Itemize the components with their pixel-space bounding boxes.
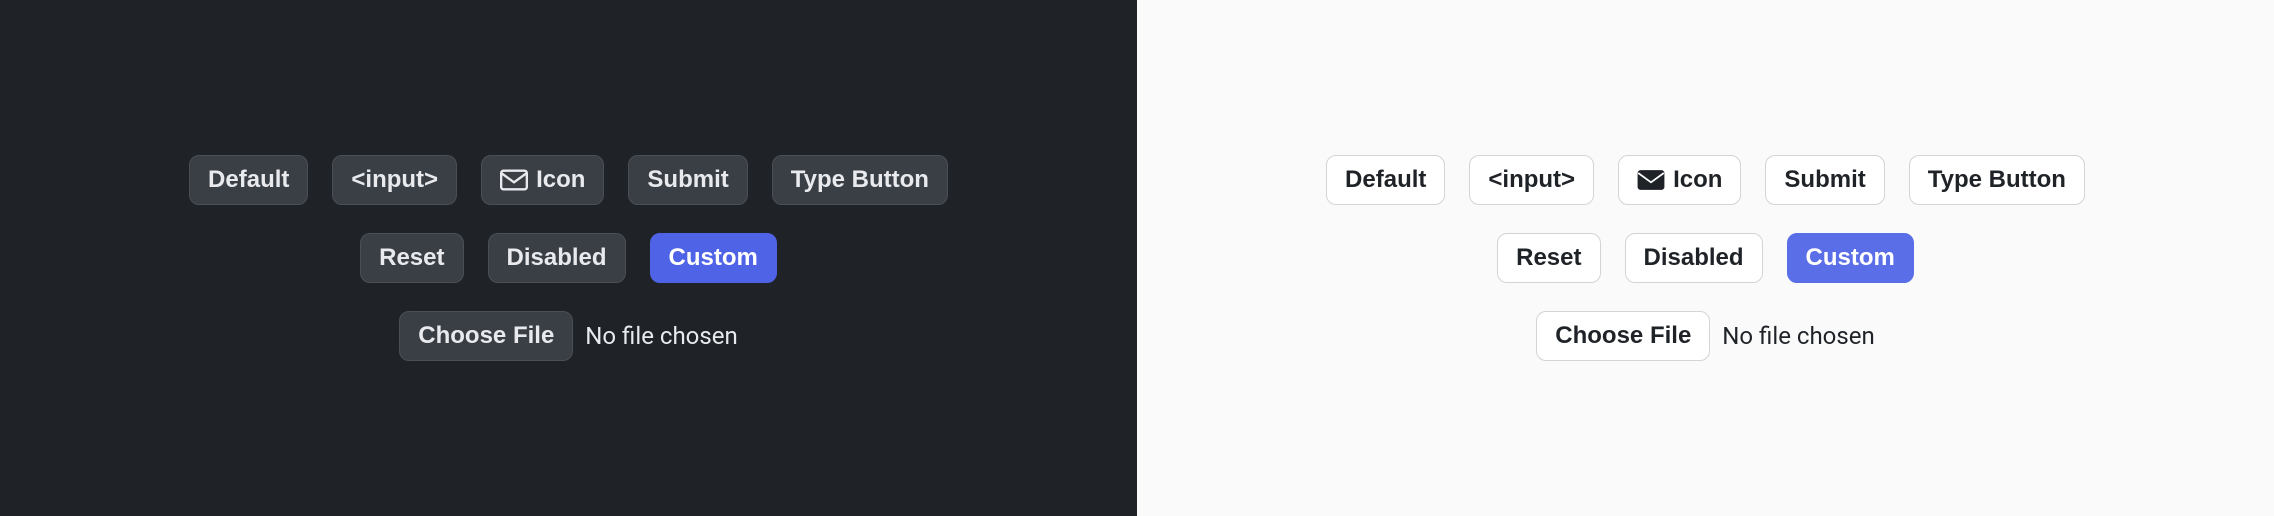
button-row-2-dark: Reset Disabled Custom	[360, 233, 777, 283]
custom-button[interactable]: Custom	[1787, 233, 1914, 283]
button-row-1-dark: Default <input> Icon Submit Type Button	[189, 155, 948, 205]
submit-button[interactable]: Submit	[628, 155, 747, 205]
file-input-row-dark: Choose File No file chosen	[399, 311, 737, 361]
file-input-row-light: Choose File No file chosen	[1536, 311, 1874, 361]
disabled-button: Disabled	[1625, 233, 1763, 283]
type-button[interactable]: Type Button	[772, 155, 948, 205]
light-theme-panel: Default <input> Icon Submit Type Button …	[1137, 0, 2274, 516]
envelope-icon	[500, 169, 528, 191]
icon-button-label: Icon	[1673, 166, 1722, 194]
reset-button[interactable]: Reset	[1497, 233, 1600, 283]
button-row-1-light: Default <input> Icon Submit Type Button	[1326, 155, 2085, 205]
default-button[interactable]: Default	[1326, 155, 1445, 205]
default-button[interactable]: Default	[189, 155, 308, 205]
type-button[interactable]: Type Button	[1909, 155, 2085, 205]
dark-theme-panel: Default <input> Icon Submit Type Button …	[0, 0, 1137, 516]
icon-button-label: Icon	[536, 166, 585, 194]
file-status-label: No file chosen	[585, 322, 737, 350]
icon-button[interactable]: Icon	[481, 155, 604, 205]
file-status-label: No file chosen	[1722, 322, 1874, 350]
icon-button[interactable]: Icon	[1618, 155, 1741, 205]
custom-button[interactable]: Custom	[650, 233, 777, 283]
submit-button[interactable]: Submit	[1765, 155, 1884, 205]
input-button[interactable]: <input>	[332, 155, 457, 205]
input-button[interactable]: <input>	[1469, 155, 1594, 205]
envelope-icon	[1637, 169, 1665, 191]
disabled-button: Disabled	[488, 233, 626, 283]
choose-file-button[interactable]: Choose File	[399, 311, 573, 361]
reset-button[interactable]: Reset	[360, 233, 463, 283]
button-row-2-light: Reset Disabled Custom	[1497, 233, 1914, 283]
choose-file-button[interactable]: Choose File	[1536, 311, 1710, 361]
